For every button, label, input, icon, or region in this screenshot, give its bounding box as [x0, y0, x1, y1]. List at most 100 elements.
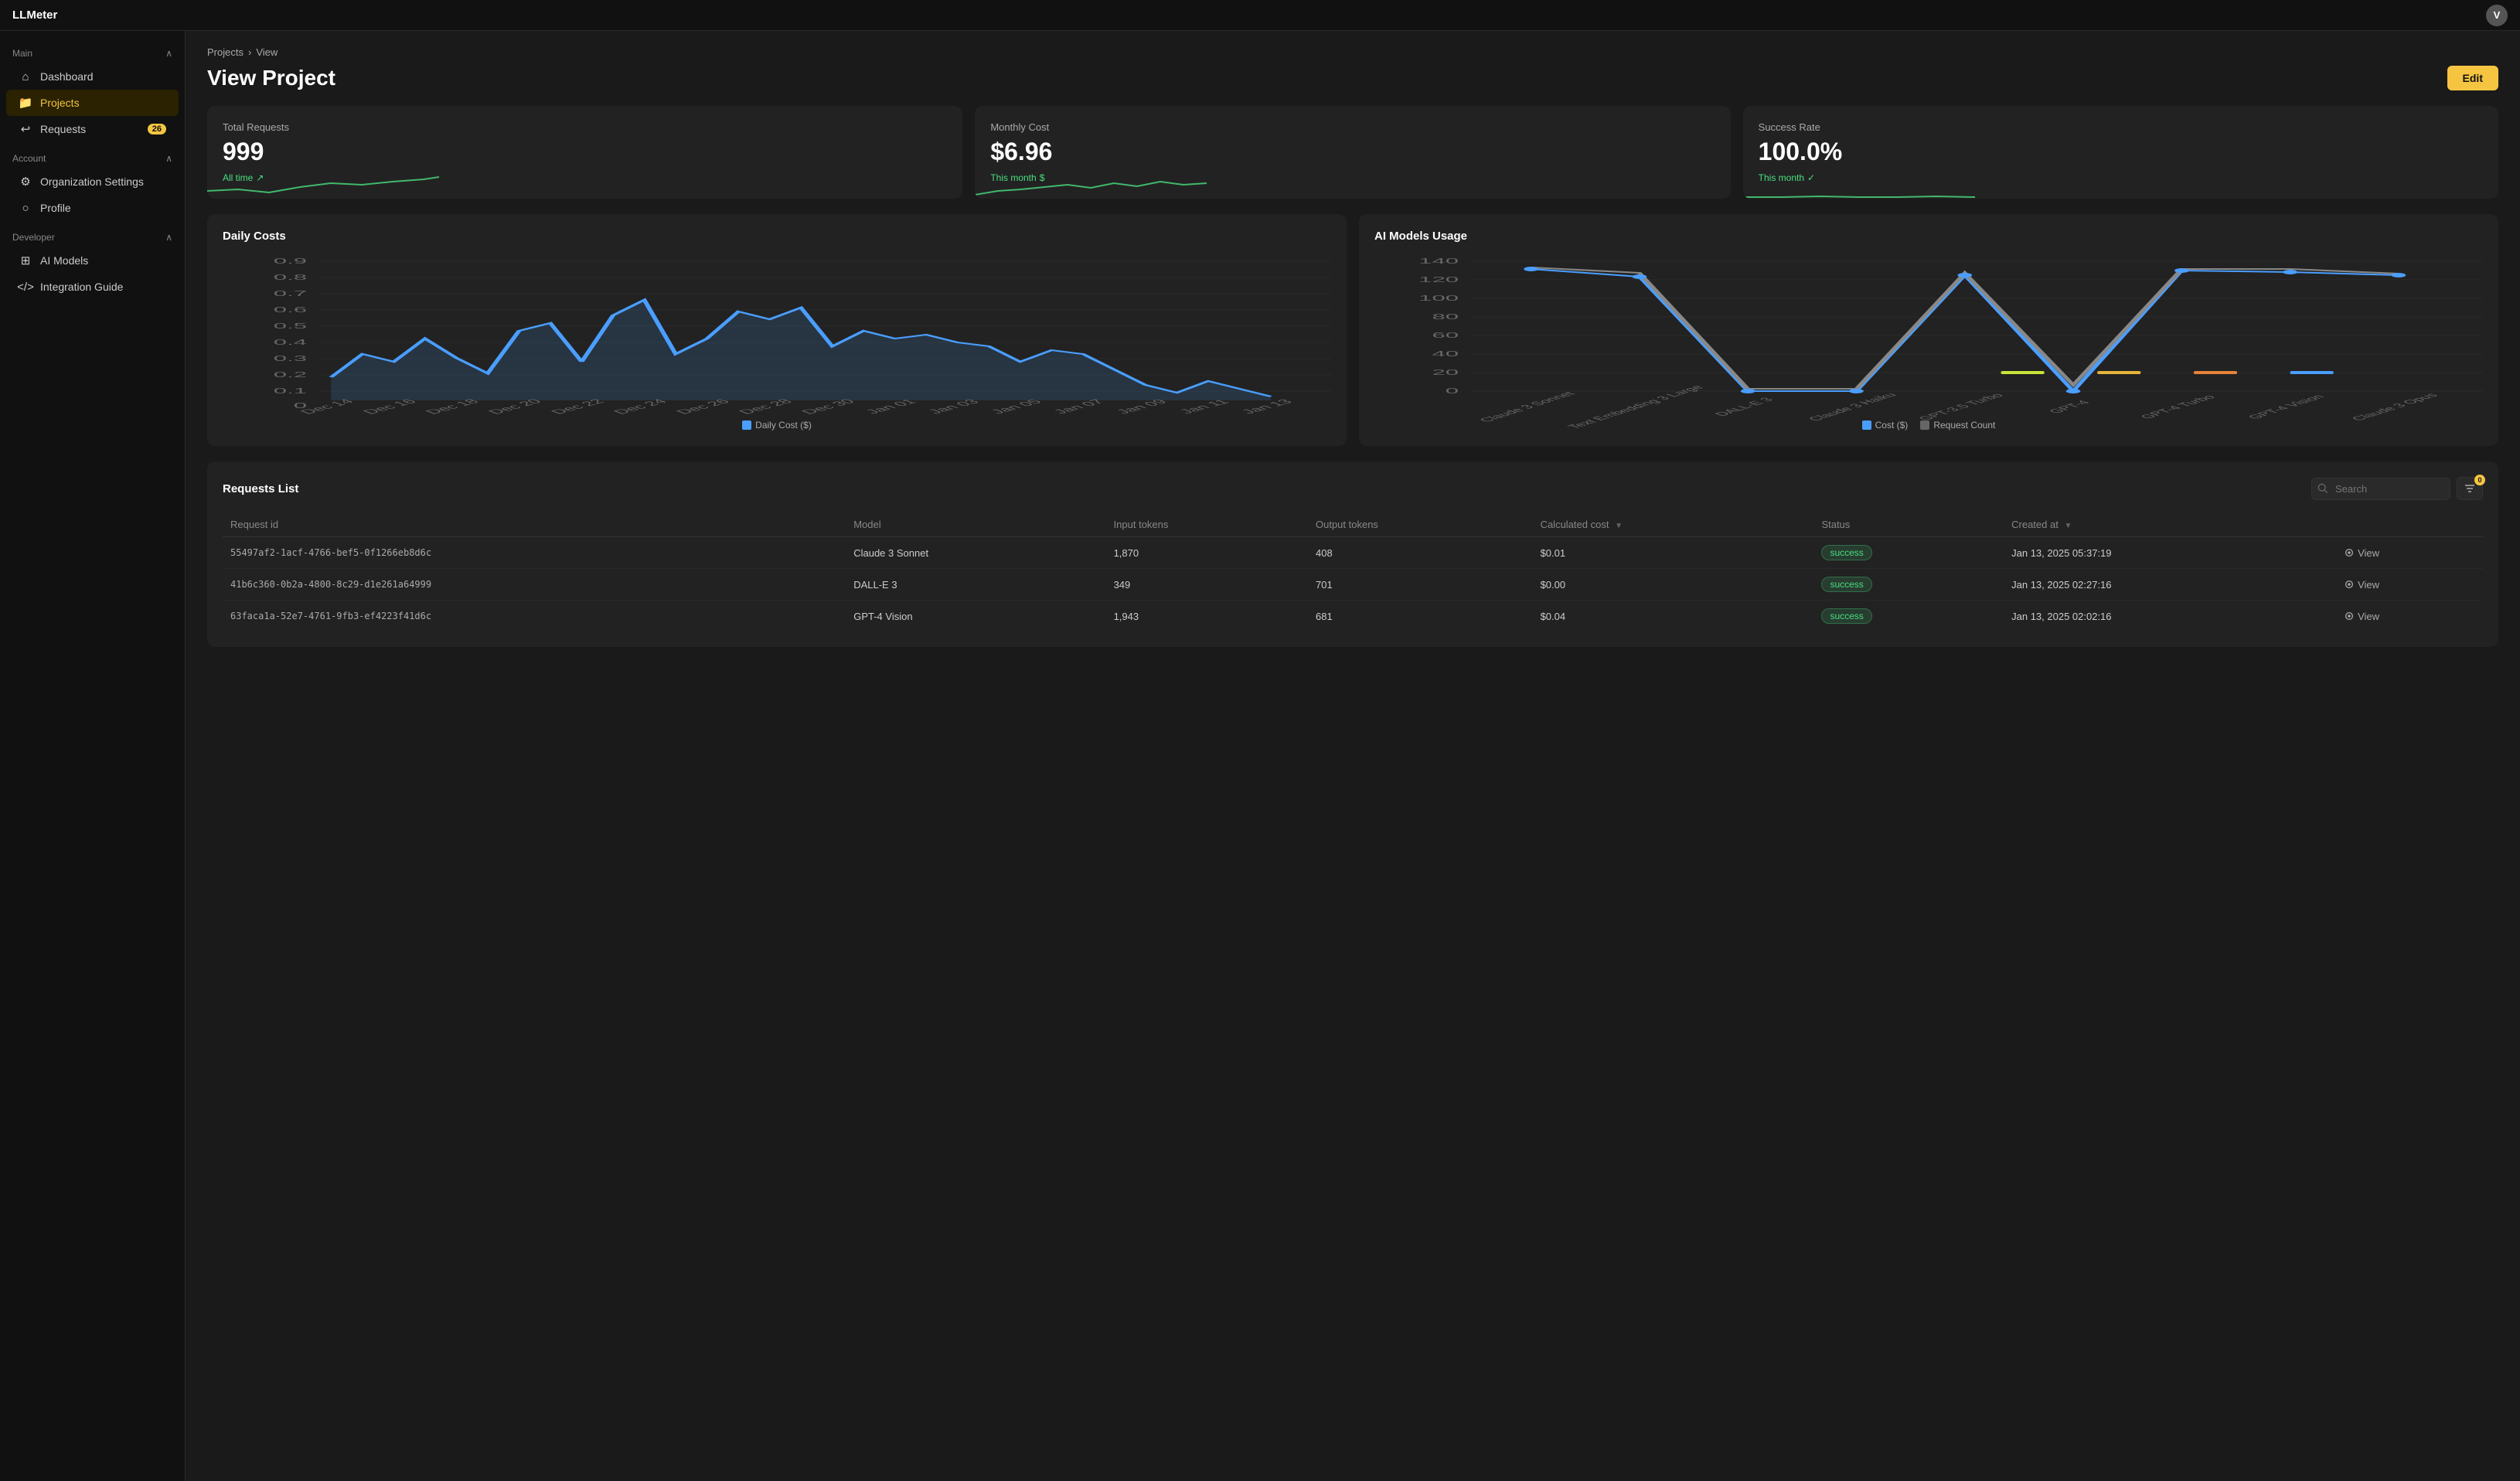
sidebar-item-ai-models[interactable]: ⊞ AI Models	[6, 247, 179, 274]
cell-cost: $0.04	[1533, 601, 1814, 632]
search-input[interactable]	[2311, 478, 2450, 500]
svg-text:0.6: 0.6	[274, 305, 307, 314]
cell-view[interactable]: View	[2336, 537, 2483, 569]
svg-text:Jan 01: Jan 01	[861, 398, 919, 415]
cell-input-tokens: 349	[1106, 569, 1308, 601]
breadcrumb-separator: ›	[248, 46, 251, 58]
created-at-sort-icon: ▼	[2064, 522, 2072, 530]
svg-text:100: 100	[1418, 294, 1459, 302]
user-avatar[interactable]: V	[2486, 5, 2508, 26]
search-wrapper: 0	[2311, 477, 2483, 500]
topbar: LLMeter V	[0, 0, 2520, 31]
sidebar-section-developer: Developer ∧ ⊞ AI Models </> Integration …	[0, 227, 185, 300]
cell-view[interactable]: View	[2336, 601, 2483, 632]
table-header-row: Request id Model Input tokens Output tok…	[223, 512, 2483, 537]
sidebar-section-developer-header: Developer ∧	[0, 227, 185, 247]
sidebar-item-projects-label: Projects	[40, 97, 80, 109]
legend-label-daily-cost: Daily Cost ($)	[755, 420, 812, 431]
breadcrumb: Projects › View	[207, 46, 2498, 58]
cell-input-tokens: 1,943	[1106, 601, 1308, 632]
sidebar-item-dashboard[interactable]: ⌂ Dashboard	[6, 63, 179, 90]
cell-status: success	[1813, 601, 2004, 632]
col-calculated-cost[interactable]: Calculated cost ▼	[1533, 512, 1814, 537]
cell-created-at: Jan 13, 2025 05:37:19	[2004, 537, 2336, 569]
sidebar: Main ∧ ⌂ Dashboard 📁 Projects ↩ Requests…	[0, 31, 186, 1481]
sidebar-item-org-settings-label: Organization Settings	[40, 175, 144, 188]
sidebar-item-org-settings[interactable]: ⚙ Organization Settings	[6, 169, 179, 195]
table-header: Request id Model Input tokens Output tok…	[223, 512, 2483, 537]
cell-request-id: 41b6c360-0b2a-4800-8c29-d1e261a64999	[223, 569, 846, 601]
breadcrumb-parent[interactable]: Projects	[207, 46, 243, 58]
svg-text:Jan 03: Jan 03	[924, 398, 982, 415]
col-input-tokens: Input tokens	[1106, 512, 1308, 537]
svg-text:0.3: 0.3	[274, 354, 307, 363]
col-created-at[interactable]: Created at ▼	[2004, 512, 2336, 537]
page-title: View Project	[207, 66, 335, 90]
legend-dot-request-count	[1920, 420, 1929, 430]
integration-icon: </>	[19, 280, 32, 294]
svg-text:0.8: 0.8	[274, 273, 307, 281]
app-body: Main ∧ ⌂ Dashboard 📁 Projects ↩ Requests…	[0, 31, 2520, 1481]
svg-text:GPT-4 Turbo: GPT-4 Turbo	[2137, 394, 2219, 420]
ai-models-legend: Cost ($) Request Count	[1374, 420, 2483, 431]
stat-card-total-requests: Total Requests 999 All time ↗	[207, 106, 962, 199]
col-model: Model	[846, 512, 1105, 537]
sidebar-item-projects[interactable]: 📁 Projects	[6, 90, 179, 116]
svg-text:Claude 3 Sonnet: Claude 3 Sonnet	[1476, 390, 1578, 423]
stat-label-success-rate: Success Rate	[1759, 121, 2483, 133]
sidebar-item-profile[interactable]: ○ Profile	[6, 195, 179, 221]
cost-sort-icon: ▼	[1615, 522, 1623, 530]
table-row: 41b6c360-0b2a-4800-8c29-d1e261a64999 DAL…	[223, 569, 2483, 601]
svg-text:Jan 07: Jan 07	[1050, 398, 1108, 415]
svg-text:Jan 11: Jan 11	[1175, 398, 1232, 415]
projects-icon: 📁	[19, 96, 32, 110]
cell-output-tokens: 408	[1308, 537, 1533, 569]
stat-value-success-rate: 100.0%	[1759, 138, 2483, 166]
edit-button[interactable]: Edit	[2447, 66, 2498, 90]
daily-costs-card: Daily Costs 0.9 0.8 0.7 0.6	[207, 214, 1347, 446]
cell-input-tokens: 1,870	[1106, 537, 1308, 569]
daily-costs-title: Daily Costs	[223, 230, 1331, 243]
sidebar-item-requests[interactable]: ↩ Requests 26	[6, 116, 179, 142]
ai-models-title: AI Models Usage	[1374, 230, 2483, 243]
svg-text:Jan 13: Jan 13	[1238, 398, 1296, 415]
ai-models-card: AI Models Usage 140 120 100 80	[1359, 214, 2498, 446]
svg-text:20: 20	[1432, 368, 1459, 376]
sidebar-section-main-header: Main ∧	[0, 43, 185, 63]
requests-tbody: 55497af2-1acf-4766-bef5-0f1266eb8d6c Cla…	[223, 537, 2483, 632]
svg-text:40: 40	[1432, 349, 1459, 358]
table-row: 55497af2-1acf-4766-bef5-0f1266eb8d6c Cla…	[223, 537, 2483, 569]
search-icon-wrap	[2311, 478, 2450, 500]
cell-request-id: 55497af2-1acf-4766-bef5-0f1266eb8d6c	[223, 537, 846, 569]
svg-text:Claude 3 Haiku: Claude 3 Haiku	[1805, 392, 1900, 422]
stat-card-monthly-cost: Monthly Cost $6.96 This month $	[975, 106, 1730, 199]
filter-button[interactable]: 0	[2457, 477, 2483, 500]
svg-text:0.4: 0.4	[274, 338, 307, 346]
cell-cost: $0.01	[1533, 537, 1814, 569]
filter-badge: 0	[2474, 475, 2485, 485]
stat-value-monthly-cost: $6.96	[990, 138, 1715, 166]
sidebar-item-integration-guide[interactable]: </> Integration Guide	[6, 274, 179, 300]
svg-text:140: 140	[1418, 257, 1459, 265]
filter-icon	[2464, 482, 2476, 495]
sidebar-item-integration-label: Integration Guide	[40, 281, 123, 293]
cell-view[interactable]: View	[2336, 569, 2483, 601]
charts-row: Daily Costs 0.9 0.8 0.7 0.6	[207, 214, 2498, 446]
cell-output-tokens: 681	[1308, 601, 1533, 632]
breadcrumb-current: View	[256, 46, 278, 58]
stat-card-success-rate: Success Rate 100.0% This month ✓	[1743, 106, 2498, 199]
col-request-id: Request id	[223, 512, 846, 537]
cell-output-tokens: 701	[1308, 569, 1533, 601]
cell-created-at: Jan 13, 2025 02:02:16	[2004, 601, 2336, 632]
main-content: Projects › View View Project Edit Total …	[186, 31, 2520, 1481]
stats-row: Total Requests 999 All time ↗ Monthly Co…	[207, 106, 2498, 199]
sidebar-section-account: Account ∧ ⚙ Organization Settings ○ Prof…	[0, 148, 185, 221]
requests-title: Requests List	[223, 482, 298, 495]
sidebar-section-account-header: Account ∧	[0, 148, 185, 169]
sidebar-item-requests-label: Requests	[40, 123, 86, 135]
requests-icon: ↩	[19, 122, 32, 136]
cell-created-at: Jan 13, 2025 02:27:16	[2004, 569, 2336, 601]
svg-text:GPT-3.5 Turbo: GPT-3.5 Turbo	[1916, 393, 2007, 422]
svg-text:0: 0	[1446, 386, 1459, 395]
daily-costs-legend: Daily Cost ($)	[223, 420, 1331, 431]
